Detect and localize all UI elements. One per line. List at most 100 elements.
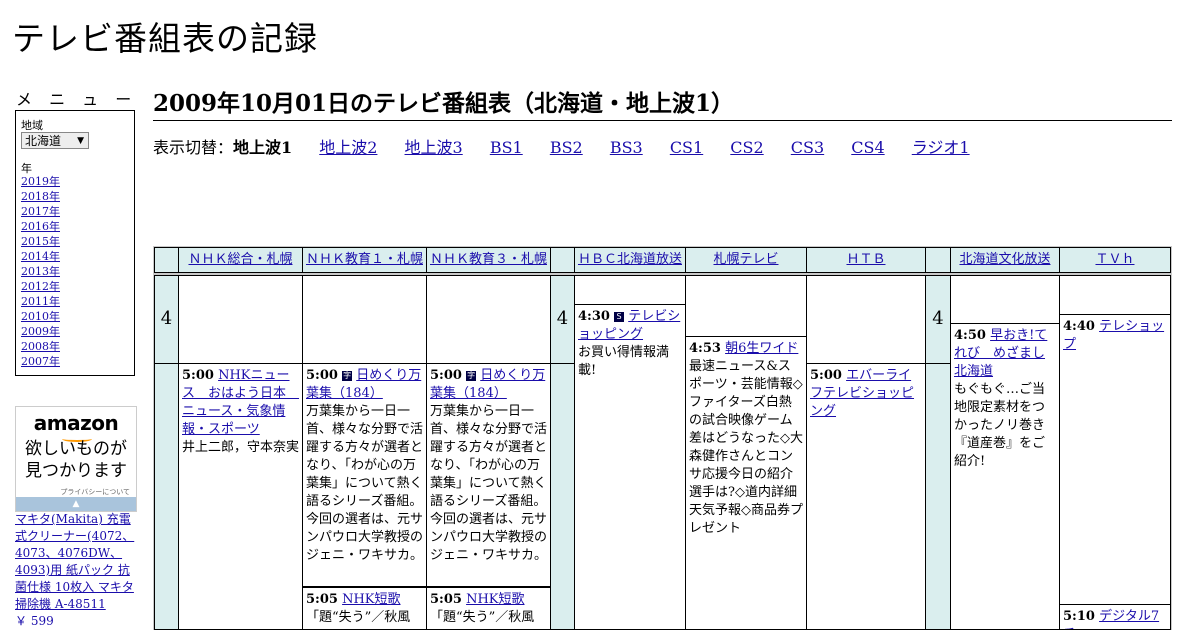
program-time: 4:40 — [1063, 319, 1095, 334]
program-empty — [1059, 275, 1171, 315]
year-link[interactable]: 2011年 — [21, 295, 60, 308]
switch-link-bs3[interactable]: BS3 — [610, 138, 643, 157]
program-empty — [685, 275, 807, 337]
program-cell: 4:40 テレショップ — [1059, 314, 1171, 605]
year-link[interactable]: 2019年 — [21, 175, 60, 188]
program-cell: 5:00 NHKニュース おはよう日本 ニュース・気象情報・スポーツ 井上二郎，… — [178, 363, 303, 630]
menu-box: 地域 北海道 ▼ 年 2019年 2018年 2017年 2016年 2015年… — [15, 110, 135, 376]
year-link[interactable]: 2017年 — [21, 205, 60, 218]
program-desc: 井上二郎，守本奈実 — [182, 440, 300, 455]
ad-tagline-line1: 欲しいものが — [25, 439, 127, 459]
hour-cell-empty — [154, 363, 179, 630]
hour-header-cell — [925, 247, 951, 273]
switch-link-cs1[interactable]: CS1 — [670, 138, 703, 157]
program-title-link[interactable]: NHK短歌 — [466, 592, 524, 607]
year-list: 2019年 2018年 2017年 2016年 2015年 2014年 2013… — [21, 174, 60, 369]
hour-cell: 4 — [550, 275, 575, 364]
program-cell: 5:00 字 日めくり万葉集（184） 万葉集から一日一首、様々な分野で活躍する… — [302, 363, 427, 587]
channel-link-stv[interactable]: 札幌テレビ — [713, 252, 778, 267]
ad-tagline: 欲しいものが 見つかります — [16, 438, 136, 482]
switch-link-chijoha3[interactable]: 地上波3 — [405, 138, 463, 157]
hour-header-cell — [550, 247, 575, 273]
program-empty — [426, 275, 551, 364]
hour-cell-empty — [925, 363, 951, 630]
channel-header: 札幌テレビ — [685, 247, 807, 273]
ad-privacy-link[interactable]: プライバシーについて — [60, 487, 130, 497]
channel-link-hbc[interactable]: ＨＢＣ北海道放送 — [578, 252, 682, 267]
channel-header: ＴＶｈ — [1059, 247, 1171, 273]
year-link[interactable]: 2013年 — [21, 265, 60, 278]
stereo-badge-icon: S — [614, 311, 625, 322]
ad-product-price[interactable]: ￥ 599 — [15, 614, 54, 628]
program-empty — [574, 275, 686, 305]
program-title-link[interactable]: NHK短歌 — [342, 592, 400, 607]
program-cell: 4:53 朝6生ワイド 最速ニュース&スポーツ・芸能情報◇ファイターズ白熱の試合… — [685, 336, 807, 630]
program-time: 4:30 — [578, 309, 610, 324]
ad-expand-bar[interactable]: ▲ — [16, 497, 136, 511]
program-cell: 5:00 字 日めくり万葉集（184） 万葉集から一日一首、様々な分野で活躍する… — [426, 363, 551, 587]
year-link[interactable]: 2014年 — [21, 250, 60, 263]
program-cell: 5:05 NHK短歌 「題“失う”／秋風の — [302, 587, 427, 630]
channel-link-tvh[interactable]: ＴＶｈ — [1095, 252, 1134, 267]
switch-link-cs3[interactable]: CS3 — [791, 138, 824, 157]
region-select[interactable]: 北海道 ▼ — [21, 132, 89, 149]
hour-cell-empty — [550, 363, 575, 630]
hour-label: 4 — [932, 308, 944, 329]
amazon-ad-banner[interactable]: amazon 欲しいものが 見つかります プライバシーについて ▲ — [15, 406, 137, 512]
switch-label: 表示切替： — [153, 138, 234, 157]
hour-header-cell — [154, 247, 179, 273]
hour-cell: 4 — [925, 275, 951, 364]
program-time: 5:00 — [182, 368, 214, 383]
hour-label: 4 — [160, 308, 173, 329]
year-link[interactable]: 2010年 — [21, 310, 60, 323]
channel-link-htb[interactable]: ＨＴＢ — [846, 252, 885, 267]
program-time: 5:00 — [430, 368, 462, 383]
subtitle-badge-icon: 字 — [466, 370, 477, 381]
program-time: 5:05 — [306, 592, 338, 607]
page-title: 2009年10月01日のテレビ番組表（北海道・地上波1） — [153, 84, 1172, 121]
program-title-link[interactable]: 朝6生ワイド — [725, 341, 798, 356]
program-desc: 万葉集から一日一首、様々な分野で活躍する方々が選者となり、「わが心の万葉集」につ… — [306, 404, 424, 563]
channel-header: 北海道文化放送 — [950, 247, 1060, 273]
program-desc: もぐもぐ…ご当地限定素材をつかったノリ巻き『道産巻』をご紹介! — [954, 382, 1046, 469]
program-empty — [950, 275, 1060, 324]
switch-link-chijoha2[interactable]: 地上波2 — [319, 138, 377, 157]
program-empty — [178, 275, 303, 364]
switch-link-cs4[interactable]: CS4 — [851, 138, 884, 157]
switch-link-radio1[interactable]: ラジオ1 — [912, 138, 970, 157]
program-empty — [302, 275, 427, 364]
program-desc: 「題“失う”／秋風の — [430, 610, 535, 629]
program-time: 4:50 — [954, 328, 986, 343]
year-link[interactable]: 2016年 — [21, 220, 60, 233]
program-desc: 最速ニュース&スポーツ・芸能情報◇ファイターズ白熱の試合映像ゲーム差はどうなった… — [689, 359, 803, 536]
ad-product-link[interactable]: マキタ(Makita) 充電式クリーナー(4072、4073、4076DW、40… — [15, 512, 134, 611]
year-link[interactable]: 2008年 — [21, 340, 60, 353]
program-desc: 万葉集から一日一首、様々な分野で活躍する方々が選者となり、「わが心の万葉集」につ… — [430, 404, 548, 563]
year-link[interactable]: 2007年 — [21, 355, 60, 368]
switch-current: 地上波1 — [233, 138, 293, 157]
program-cell: 5:00 エバーライフテレビショッピング — [806, 363, 926, 630]
ad-tagline-line2: 見つかります — [25, 461, 127, 481]
program-cell: 4:50 早おき!てれび めざまし北海道 もぐもぐ…ご当地限定素材をつかったノリ… — [950, 323, 1060, 630]
channel-link-uhb[interactable]: 北海道文化放送 — [959, 252, 1050, 267]
switch-link-cs2[interactable]: CS2 — [730, 138, 763, 157]
channel-link-nhk-sogo[interactable]: ＮＨＫ総合・札幌 — [188, 252, 292, 267]
channel-header: ＨＴＢ — [806, 247, 926, 273]
hour-cell: 4 — [154, 275, 179, 364]
switch-link-bs2[interactable]: BS2 — [550, 138, 583, 157]
year-link[interactable]: 2015年 — [21, 235, 60, 248]
program-desc: お買い得情報満載! — [578, 345, 670, 378]
ad-product: マキタ(Makita) 充電式クリーナー(4072、4073、4076DW、40… — [15, 511, 140, 630]
channel-link-nhk-edu3[interactable]: ＮＨＫ教育３・札幌 — [430, 252, 547, 267]
site-title: テレビ番組表の記録 — [12, 19, 318, 58]
chevron-up-icon: ▲ — [72, 499, 80, 509]
program-grid: ＮＨＫ総合・札幌 ＮＨＫ教育１・札幌 ＮＨＫ教育３・札幌 ＨＢＣ北海道放送 札幌… — [153, 246, 1172, 630]
switch-link-bs1[interactable]: BS1 — [490, 138, 523, 157]
channel-header: ＮＨＫ教育１・札幌 — [302, 247, 427, 273]
year-link[interactable]: 2018年 — [21, 190, 60, 203]
channel-header: ＮＨＫ総合・札幌 — [178, 247, 303, 273]
channel-link-nhk-edu1[interactable]: ＮＨＫ教育１・札幌 — [306, 252, 423, 267]
year-link[interactable]: 2009年 — [21, 325, 60, 338]
year-link[interactable]: 2012年 — [21, 280, 60, 293]
program-time: 4:53 — [689, 341, 721, 356]
